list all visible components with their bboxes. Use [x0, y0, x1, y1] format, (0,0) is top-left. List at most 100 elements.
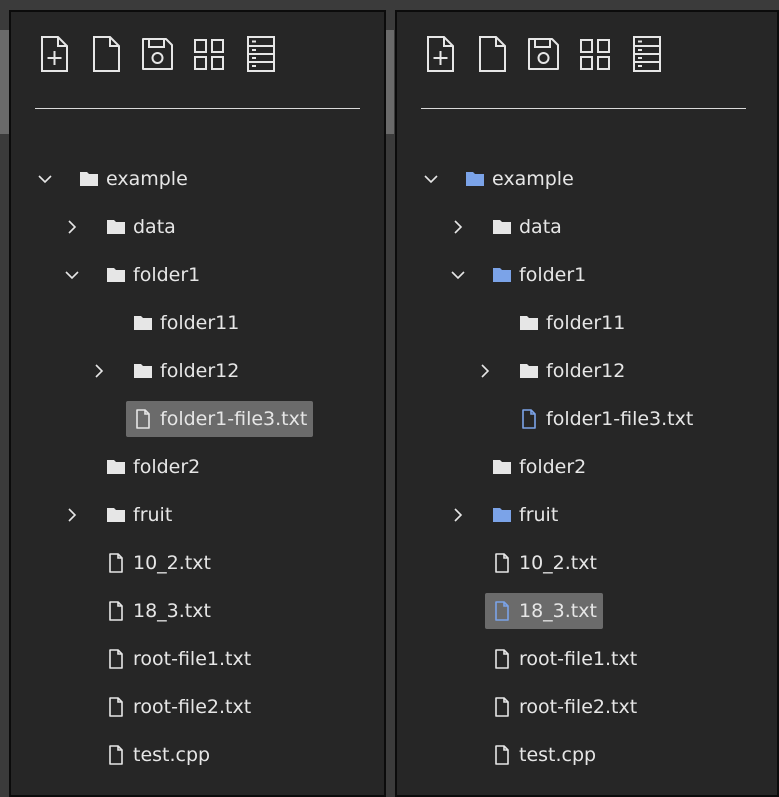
- tree-row: folder1: [397, 251, 777, 299]
- item-label: fruit: [133, 504, 173, 526]
- item-label: 10_2.txt: [133, 552, 211, 574]
- chevron-right-icon[interactable]: [62, 217, 82, 237]
- file-item[interactable]: test.cpp: [485, 737, 602, 773]
- folder-item[interactable]: folder1: [99, 257, 206, 293]
- folder-item[interactable]: folder12: [512, 353, 631, 389]
- tree-row: folder12: [11, 347, 384, 395]
- chevron-right-icon[interactable]: [448, 505, 468, 525]
- folder-item[interactable]: folder2: [485, 449, 592, 485]
- folder-item[interactable]: folder1: [485, 257, 592, 293]
- file-item[interactable]: folder1-file3.txt: [512, 401, 699, 437]
- chevron-down-icon[interactable]: [421, 169, 441, 189]
- file-item[interactable]: 10_2.txt: [99, 545, 217, 581]
- app-root: example data folder1 folder11 folder12 folder…: [0, 0, 779, 797]
- tree-row: test.cpp: [397, 731, 777, 779]
- chevron-down-icon[interactable]: [448, 265, 468, 285]
- tree-row: fruit: [11, 491, 384, 539]
- item-label: data: [519, 216, 562, 238]
- item-label: folder2: [519, 456, 587, 478]
- tree-row: root-file1.txt: [11, 635, 384, 683]
- file-icon: [105, 744, 127, 766]
- grid-button[interactable]: [577, 34, 613, 74]
- chevron-down-icon[interactable]: [62, 265, 82, 285]
- file-item[interactable]: 18_3.txt: [485, 593, 603, 629]
- folder-item[interactable]: fruit: [485, 497, 564, 533]
- chevron-right-icon[interactable]: [89, 361, 109, 381]
- tree-row: 18_3.txt: [11, 587, 384, 635]
- file-item[interactable]: 18_3.txt: [99, 593, 217, 629]
- tree-row: root-file2.txt: [11, 683, 384, 731]
- folder-item[interactable]: data: [485, 209, 568, 245]
- file-item[interactable]: test.cpp: [99, 737, 216, 773]
- file-icon: [491, 696, 513, 718]
- folder-item[interactable]: folder11: [126, 305, 245, 341]
- scrollbar[interactable]: [386, 30, 394, 134]
- folder-item[interactable]: example: [458, 161, 580, 197]
- item-label: folder11: [546, 312, 626, 334]
- tree-row: fruit: [397, 491, 777, 539]
- new-file-button[interactable]: [422, 34, 458, 74]
- item-label: root-file1.txt: [519, 648, 638, 670]
- folder-icon: [491, 216, 513, 238]
- tree-row: folder1-file3.txt: [397, 395, 777, 443]
- item-label: folder11: [160, 312, 240, 334]
- file-item[interactable]: root-file2.txt: [99, 689, 257, 725]
- file-icon: [105, 648, 127, 670]
- item-label: fruit: [519, 504, 559, 526]
- list-button[interactable]: [629, 34, 665, 74]
- file-item[interactable]: 10_2.txt: [485, 545, 603, 581]
- chevron-right-icon[interactable]: [475, 361, 495, 381]
- item-label: 18_3.txt: [133, 600, 211, 622]
- tree-row: data: [11, 203, 384, 251]
- scrollbar[interactable]: [0, 30, 9, 134]
- folder-icon: [105, 504, 127, 526]
- folder-icon: [518, 312, 540, 334]
- folder-icon: [78, 168, 100, 190]
- file-item[interactable]: root-file2.txt: [485, 689, 643, 725]
- item-label: folder1-file3.txt: [546, 408, 694, 430]
- save-icon: [525, 34, 561, 74]
- folder-icon: [105, 216, 127, 238]
- save-button[interactable]: [525, 34, 561, 74]
- item-label: test.cpp: [519, 744, 597, 766]
- grid-icon: [577, 34, 613, 74]
- folder-item[interactable]: example: [72, 161, 194, 197]
- folder-icon: [105, 456, 127, 478]
- tree-row: 10_2.txt: [397, 539, 777, 587]
- folder-item[interactable]: folder12: [126, 353, 245, 389]
- folder-item[interactable]: fruit: [99, 497, 178, 533]
- file-icon: [491, 552, 513, 574]
- file-item[interactable]: folder1-file3.txt: [126, 401, 314, 437]
- tree-row: example: [397, 155, 777, 203]
- folder-item[interactable]: folder2: [99, 449, 206, 485]
- tree-row: root-file1.txt: [397, 635, 777, 683]
- save-button[interactable]: [139, 34, 175, 74]
- chevron-right-icon[interactable]: [62, 505, 82, 525]
- file-button[interactable]: [88, 34, 124, 74]
- chevron-down-icon[interactable]: [35, 169, 55, 189]
- item-label: example: [492, 168, 574, 190]
- file-item[interactable]: root-file1.txt: [485, 641, 643, 677]
- list-button[interactable]: [243, 34, 279, 74]
- file-item[interactable]: root-file1.txt: [99, 641, 257, 677]
- new-file-button[interactable]: [36, 34, 72, 74]
- folder-item[interactable]: folder11: [512, 305, 631, 341]
- tree-row: folder1-file3.txt: [11, 395, 384, 443]
- tree-row: folder11: [397, 299, 777, 347]
- file-icon: [105, 552, 127, 574]
- file-button[interactable]: [474, 34, 510, 74]
- tree-row: folder11: [11, 299, 384, 347]
- tree-row: folder1: [11, 251, 384, 299]
- tree-row: example: [11, 155, 384, 203]
- item-label: folder1: [133, 264, 201, 286]
- file-icon: [491, 744, 513, 766]
- item-label: folder1: [519, 264, 587, 286]
- folder-item[interactable]: data: [99, 209, 182, 245]
- folder-icon: [132, 360, 154, 382]
- chevron-right-icon[interactable]: [448, 217, 468, 237]
- new-file-icon: [422, 34, 458, 74]
- file-icon: [474, 34, 510, 74]
- new-file-icon: [36, 34, 72, 74]
- grid-button[interactable]: [191, 34, 227, 74]
- item-label: folder1-file3.txt: [160, 408, 308, 430]
